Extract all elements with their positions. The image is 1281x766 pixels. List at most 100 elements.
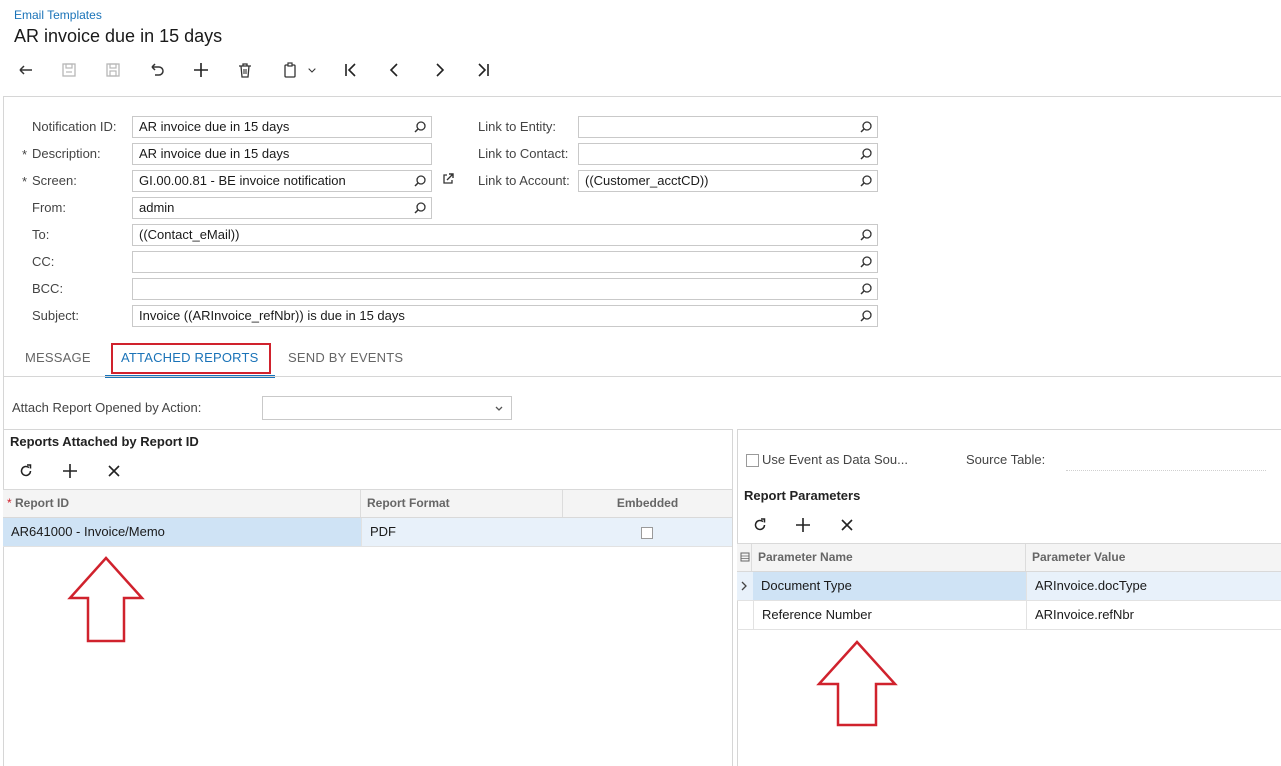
attach-report-select[interactable]	[262, 396, 512, 420]
delete-icon	[239, 63, 251, 78]
last-icon	[478, 63, 489, 77]
table-row[interactable]: Document Type ARInvoice.docType	[737, 572, 1281, 601]
to-field[interactable]: ((Contact_eMail))	[132, 224, 878, 246]
from-label: From:	[32, 200, 66, 215]
back-icon	[19, 65, 32, 75]
close-icon	[108, 465, 120, 477]
search-icon[interactable]	[859, 309, 873, 323]
search-icon[interactable]	[859, 282, 873, 296]
close-icon	[841, 519, 853, 531]
undo-button[interactable]	[145, 58, 169, 82]
report-format-cell[interactable]: PDF	[361, 518, 563, 546]
cc-field[interactable]	[132, 251, 878, 273]
required-mark: *	[22, 147, 28, 162]
add-button[interactable]	[189, 58, 213, 82]
tab-divider	[3, 376, 1281, 377]
link-contact-field[interactable]	[578, 143, 878, 165]
params-grid-header: Parameter Name Parameter Value	[737, 543, 1281, 572]
copy-paste-dropdown[interactable]	[302, 58, 322, 82]
copy-paste-icon	[284, 62, 296, 78]
delete-param-button[interactable]	[836, 514, 858, 536]
add-report-button[interactable]	[59, 460, 81, 482]
first-record-button[interactable]	[339, 58, 363, 82]
column-header-embedded[interactable]: Embedded	[563, 490, 732, 517]
refresh-icon	[20, 464, 32, 477]
search-icon[interactable]	[859, 228, 873, 242]
prev-icon	[389, 63, 398, 77]
chevron-down-icon	[308, 68, 316, 73]
column-header-report-id[interactable]: Report ID	[9, 490, 361, 517]
use-event-checkbox[interactable]	[746, 454, 759, 467]
next-icon	[436, 63, 445, 77]
description-field[interactable]: AR invoice due in 15 days	[132, 143, 432, 165]
parameter-value-cell[interactable]: ARInvoice.refNbr	[1026, 601, 1281, 629]
link-account-label: Link to Account:	[478, 173, 570, 188]
open-external-icon[interactable]	[441, 172, 455, 186]
prev-record-button[interactable]	[383, 58, 407, 82]
parameter-value-cell[interactable]: ARInvoice.docType	[1026, 572, 1281, 600]
table-row[interactable]: Reference Number ARInvoice.refNbr	[737, 601, 1281, 630]
use-event-label: Use Event as Data Sou...	[762, 452, 908, 467]
subject-field[interactable]: Invoice ((ARInvoice_refNbr)) is due in 1…	[132, 305, 878, 327]
report-id-cell[interactable]: AR641000 - Invoice/Memo	[3, 518, 361, 546]
search-icon[interactable]	[859, 120, 873, 134]
page-title: AR invoice due in 15 days	[14, 26, 223, 46]
tab-message[interactable]: MESSAGE	[25, 350, 91, 365]
source-table-field[interactable]	[1066, 470, 1266, 471]
first-icon	[345, 63, 356, 77]
delete-button[interactable]	[233, 58, 257, 82]
add-icon	[194, 63, 208, 77]
reports-section-title: Reports Attached by Report ID	[10, 434, 199, 449]
chevron-down-icon	[495, 406, 503, 411]
required-mark: *	[22, 174, 28, 189]
embedded-checkbox[interactable]	[641, 527, 653, 539]
cc-label: CC:	[32, 254, 55, 269]
search-icon[interactable]	[859, 255, 873, 269]
link-entity-field[interactable]	[578, 116, 878, 138]
refresh-params-button[interactable]	[749, 514, 771, 536]
save-close-button[interactable]	[101, 58, 125, 82]
grid-settings-icon[interactable]	[740, 552, 750, 562]
tab-send-by-events[interactable]: SEND BY EVENTS	[288, 350, 403, 365]
search-icon[interactable]	[859, 174, 873, 188]
refresh-reports-button[interactable]	[15, 460, 37, 482]
search-icon[interactable]	[413, 174, 427, 188]
notification-id-field[interactable]: AR invoice due in 15 days	[132, 116, 432, 138]
delete-report-button[interactable]	[103, 460, 125, 482]
save-icon	[62, 63, 76, 77]
parameter-name-cell[interactable]: Document Type	[753, 572, 1026, 600]
table-row[interactable]: AR641000 - Invoice/Memo PDF	[3, 518, 732, 547]
search-icon[interactable]	[413, 120, 427, 134]
link-entity-label: Link to Entity:	[478, 119, 557, 134]
breadcrumb[interactable]: Email Templates	[14, 8, 102, 22]
column-header-parameter-name[interactable]: Parameter Name	[751, 544, 1026, 571]
screen-field[interactable]: GI.00.00.81 - BE invoice notification	[132, 170, 432, 192]
search-icon[interactable]	[859, 147, 873, 161]
report-parameters-title: Report Parameters	[744, 488, 861, 503]
up-arrow-annotation	[67, 556, 145, 643]
save-button[interactable]	[57, 58, 81, 82]
copy-paste-button[interactable]	[278, 58, 302, 82]
search-icon[interactable]	[413, 201, 427, 215]
refresh-icon	[754, 518, 766, 531]
description-label: Description:	[32, 146, 101, 161]
from-field[interactable]: admin	[132, 197, 432, 219]
link-contact-label: Link to Contact:	[478, 146, 569, 161]
bcc-label: BCC:	[32, 281, 64, 296]
next-record-button[interactable]	[427, 58, 451, 82]
back-button[interactable]	[14, 58, 38, 82]
parameter-name-cell[interactable]: Reference Number	[753, 601, 1026, 629]
subject-label: Subject:	[32, 308, 79, 323]
column-header-parameter-value[interactable]: Parameter Value	[1026, 544, 1281, 571]
bcc-field[interactable]	[132, 278, 878, 300]
column-header-report-format[interactable]: Report Format	[361, 490, 563, 517]
undo-icon	[151, 63, 164, 76]
chevron-right-icon	[741, 581, 747, 591]
attach-report-label: Attach Report Opened by Action:	[12, 400, 202, 415]
link-account-field[interactable]: ((Customer_acctCD))	[578, 170, 878, 192]
last-record-button[interactable]	[471, 58, 495, 82]
reports-grid-header: * Report ID Report Format Embedded	[3, 489, 732, 518]
header-divider	[3, 96, 1281, 97]
add-param-button[interactable]	[792, 514, 814, 536]
add-icon	[63, 464, 77, 478]
